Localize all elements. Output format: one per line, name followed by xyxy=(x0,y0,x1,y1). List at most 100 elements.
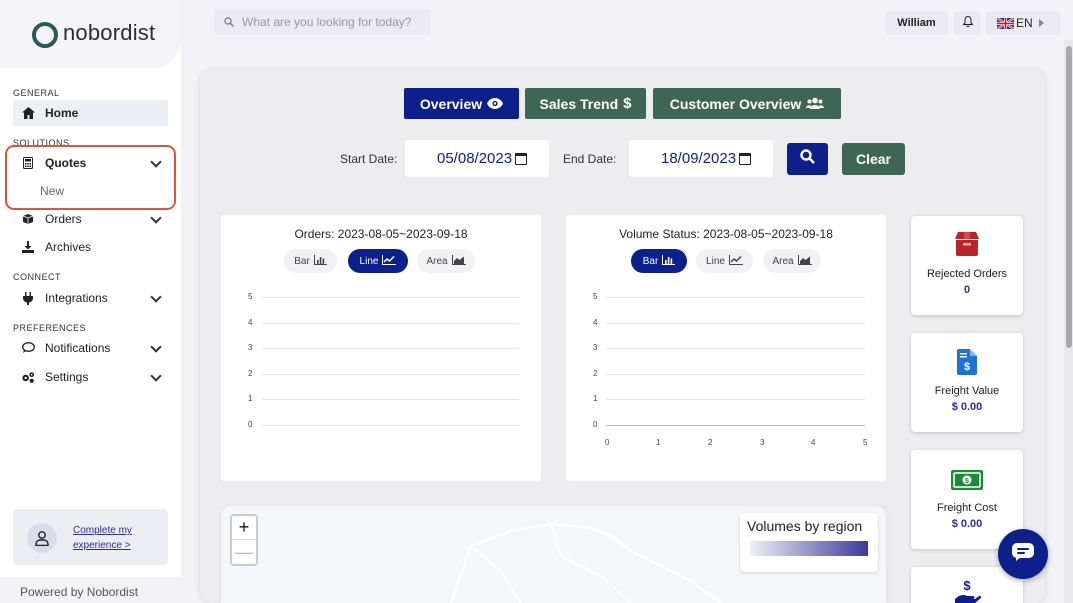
volume-chart-title: Volume Status: 2023-08-05~2023-09-18 xyxy=(619,227,833,241)
volume-toggle-area[interactable]: Area xyxy=(763,249,821,273)
end-date-input[interactable]: 18/09/2023 xyxy=(629,140,773,177)
logo-text[interactable]: nobordist xyxy=(63,20,155,46)
y-tick: 1 xyxy=(248,394,253,403)
grid-line xyxy=(262,348,519,349)
chevron-down-icon[interactable] xyxy=(150,212,162,224)
grid-line xyxy=(262,399,519,400)
tab-overview[interactable]: Overview xyxy=(404,88,519,119)
stat-value: 0 xyxy=(963,284,971,296)
sidebar-item-settings[interactable]: Settings xyxy=(13,364,168,390)
area-chart-icon xyxy=(797,254,812,268)
box-icon xyxy=(911,232,1023,256)
tab-sales-trend[interactable]: Sales Trend $ xyxy=(525,88,646,119)
end-date-label: End Date: xyxy=(563,152,617,166)
orders-chart-card: Orders: 2023-08-05~2023-09-18 Bar Line A… xyxy=(221,215,541,481)
orders-toggle-area[interactable]: Area xyxy=(417,249,475,273)
chevron-down-icon[interactable] xyxy=(150,291,162,303)
sidebar-item-label: Archives xyxy=(45,240,92,254)
legend-title: Volumes by region xyxy=(747,518,863,534)
sidebar-item-label: Orders xyxy=(45,212,82,226)
sidebar-item-integrations[interactable]: Integrations xyxy=(13,285,168,311)
sidebar-item-label: Settings xyxy=(45,370,89,384)
eye-icon xyxy=(487,96,504,112)
svg-text:$: $ xyxy=(963,579,971,593)
stat-value: $ 0.00 xyxy=(951,518,983,530)
language-label: EN xyxy=(1016,16,1033,30)
sidebar-item-archives[interactable]: Archives xyxy=(13,234,168,260)
orders-toggle-line[interactable]: Line xyxy=(348,249,408,273)
sidebar: nobordist GENERAL Home SOLUTIONS Quotes … xyxy=(0,0,181,603)
chat-icon xyxy=(1012,542,1034,566)
language-selector[interactable]: EN xyxy=(986,11,1061,35)
volume-toggle-bar[interactable]: Bar xyxy=(631,249,687,273)
sidebar-item-label: Notifications xyxy=(45,341,111,355)
chevron-down-icon[interactable] xyxy=(150,370,162,382)
orders-toggle-bar[interactable]: Bar xyxy=(284,249,337,273)
x-tick: 5 xyxy=(863,438,868,447)
tab-customer-label: Customer Overview xyxy=(669,95,802,112)
search-placeholder: What are you looking for today? xyxy=(242,15,412,29)
home-icon xyxy=(21,106,35,120)
grid-line xyxy=(606,399,865,400)
bar-chart-icon xyxy=(662,254,676,268)
caret-right-icon xyxy=(1038,19,1044,27)
sidebar-item-label: Home xyxy=(45,106,79,120)
grid-line xyxy=(262,374,519,375)
calendar-icon[interactable] xyxy=(739,152,752,165)
profile-card: Complete my experience > xyxy=(13,509,168,565)
uk-flag-icon xyxy=(997,17,1014,29)
x-axis-line xyxy=(606,425,865,426)
sidebar-item-home[interactable]: Home xyxy=(13,100,168,126)
search-icon xyxy=(800,149,815,169)
stat-label: Freight Value xyxy=(934,385,1000,397)
x-tick: 2 xyxy=(708,438,713,447)
y-tick: 1 xyxy=(593,394,598,403)
chevron-down-icon[interactable] xyxy=(150,341,162,353)
stat-card-rejected-orders[interactable]: Rejected Orders 0 xyxy=(911,216,1023,315)
calendar-icon[interactable] xyxy=(515,152,528,165)
y-tick: 3 xyxy=(593,343,598,352)
stat-value: $ 0.00 xyxy=(951,401,983,413)
toggle-area-label: Area xyxy=(426,255,448,267)
tab-customer-overview[interactable]: Customer Overview xyxy=(653,88,841,119)
svg-text:$: $ xyxy=(965,478,969,485)
search-input[interactable]: What are you looking for today? xyxy=(214,9,431,35)
notifications-button[interactable] xyxy=(954,11,981,35)
scrollbar-thumb[interactable] xyxy=(1066,46,1072,348)
zoom-control: + — xyxy=(230,514,258,566)
orders-chart-title: Orders: 2023-08-05~2023-09-18 xyxy=(294,227,468,241)
toggle-bar-label: Bar xyxy=(294,255,310,267)
clear-button[interactable]: Clear xyxy=(842,143,905,175)
area-chart-icon xyxy=(451,254,466,268)
chat-widget-button[interactable] xyxy=(998,529,1048,579)
sidebar-item-orders[interactable]: Orders xyxy=(13,206,168,232)
y-tick: 3 xyxy=(248,343,253,352)
volume-toggle-line[interactable]: Line xyxy=(696,249,753,273)
grid-line xyxy=(262,323,519,324)
logo-area: nobordist xyxy=(0,0,181,68)
zoom-in-button[interactable]: + xyxy=(232,516,256,540)
stat-card-freight-value[interactable]: $ Freight Value $ 0.00 xyxy=(911,333,1023,432)
section-preferences: PREFERENCES xyxy=(13,323,87,333)
money-bill-icon: $ xyxy=(911,470,1023,490)
toggle-line-label: Line xyxy=(706,255,725,267)
hand-dollar-icon: $ xyxy=(911,579,1023,603)
chat-icon xyxy=(21,341,35,355)
sidebar-item-notifications[interactable]: Notifications xyxy=(13,335,168,361)
user-menu-button[interactable]: William xyxy=(885,11,948,35)
start-date-input[interactable]: 05/08/2023 xyxy=(405,140,549,177)
toggle-area-label: Area xyxy=(772,255,794,267)
zoom-out-button[interactable]: — xyxy=(232,540,256,564)
grid-line xyxy=(606,323,865,324)
search-button[interactable] xyxy=(787,143,828,175)
gears-icon xyxy=(21,370,35,384)
sidebar-item-label: Integrations xyxy=(45,291,108,305)
y-tick: 2 xyxy=(248,369,253,378)
grid-line xyxy=(606,374,865,375)
x-tick: 4 xyxy=(811,438,816,447)
y-tick: 2 xyxy=(593,369,598,378)
x-tick: 0 xyxy=(605,438,610,447)
start-date-label: Start Date: xyxy=(340,152,398,166)
stat-label: Freight Cost xyxy=(937,502,997,514)
complete-experience-link[interactable]: Complete my experience > xyxy=(73,523,158,553)
